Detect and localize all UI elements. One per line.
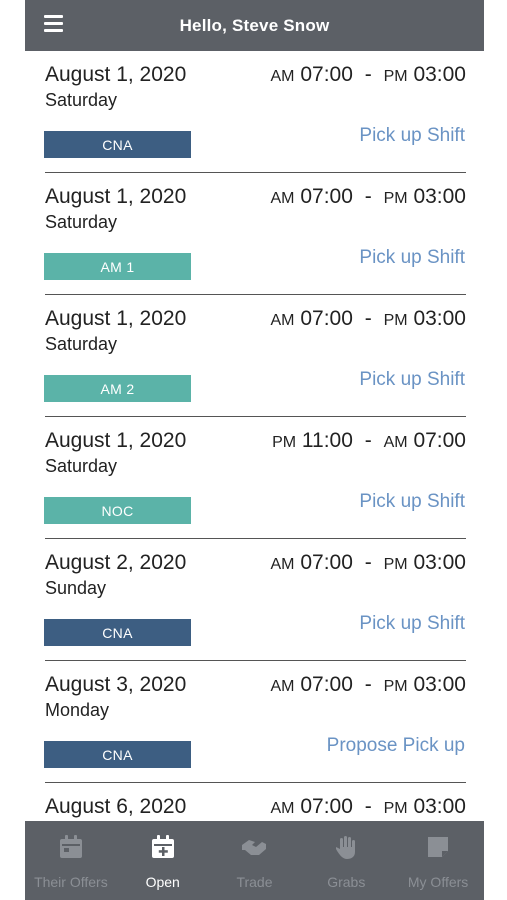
start-ampm: AM (270, 678, 295, 695)
shift-list[interactable]: August 1, 2020 Saturday AM 07:00 - PM 03… (25, 51, 484, 821)
tab-open[interactable]: Open (117, 821, 209, 900)
tab-label: Their Offers (34, 874, 108, 890)
start-time: 07:00 (300, 795, 353, 818)
shift-day: Sunday (45, 578, 107, 598)
end-time: 03:00 (413, 185, 466, 208)
time-dash: - (364, 795, 372, 818)
pick-up-shift-button[interactable]: Pick up Shift (359, 613, 465, 635)
pick-up-shift-button[interactable]: Pick up Shift (359, 369, 465, 391)
shift-date: August 1, 2020 (45, 63, 187, 86)
end-time: 03:00 (413, 551, 466, 574)
shift-role-tag: AM 2 (44, 375, 191, 402)
end-ampm: PM (383, 678, 408, 695)
shift-date: August 3, 2020 (45, 673, 187, 696)
start-time: 07:00 (300, 673, 353, 696)
shift-role-tag: AM 1 (44, 253, 191, 280)
end-ampm: PM (383, 312, 408, 329)
shift-list-item: August 3, 2020 Monday AM 07:00 - PM 03:0… (25, 661, 484, 783)
time-dash: - (364, 63, 372, 86)
end-ampm: AM (383, 434, 408, 451)
end-ampm: PM (383, 68, 408, 85)
time-dash: - (364, 429, 372, 452)
start-ampm: PM (272, 434, 297, 451)
calendar-icon (57, 833, 85, 866)
tab-label: My Offers (407, 874, 469, 890)
tab-grabs[interactable]: Grabs (300, 821, 392, 900)
shift-list-item: August 6, 2020 AM 07:00 - PM 03:00 (25, 783, 484, 821)
tab-trade[interactable]: Trade (209, 821, 301, 900)
tab-my-offers[interactable]: My Offers (392, 821, 484, 900)
tab-label: Grabs (327, 874, 366, 890)
start-time: 07:00 (300, 307, 353, 330)
shift-role-tag: CNA (44, 619, 191, 646)
shift-date: August 1, 2020 (45, 429, 187, 452)
end-time: 07:00 (413, 429, 466, 452)
end-ampm: PM (383, 800, 408, 817)
start-time: 11:00 (301, 429, 353, 452)
shift-day: Saturday (45, 334, 118, 354)
tab-label: Open (145, 874, 180, 890)
calendar-add-icon (149, 833, 177, 866)
start-ampm: AM (270, 312, 295, 329)
start-ampm: AM (270, 68, 295, 85)
start-time: 07:00 (300, 551, 353, 574)
shift-time-range: AM 07:00 - PM 03:00 (271, 185, 467, 209)
start-ampm: AM (270, 556, 295, 573)
hand-icon (332, 833, 360, 866)
end-time: 03:00 (413, 307, 466, 330)
note-icon (424, 833, 452, 866)
pick-up-shift-button[interactable]: Pick up Shift (359, 247, 465, 269)
time-dash: - (364, 307, 372, 330)
app-screen: Hello, Steve Snow August 1, 2020 Saturda… (25, 0, 484, 900)
shift-time-range: AM 07:00 - PM 03:00 (271, 673, 467, 697)
shift-list-item: August 1, 2020 Saturday AM 07:00 - PM 03… (25, 295, 484, 417)
handshake-icon (240, 833, 268, 866)
shift-list-item: August 1, 2020 Saturday PM 11:00 - AM 07… (25, 417, 484, 539)
shift-role-tag: CNA (44, 741, 191, 768)
hamburger-menu-icon[interactable] (44, 15, 63, 33)
shift-list-item: August 1, 2020 Saturday AM 07:00 - PM 03… (25, 173, 484, 295)
time-dash: - (364, 185, 372, 208)
pick-up-shift-button[interactable]: Pick up Shift (359, 125, 465, 147)
shift-time-range: AM 07:00 - PM 03:00 (271, 307, 467, 331)
shift-time-range: AM 07:00 - PM 03:00 (271, 63, 467, 87)
bottom-tab-bar: Their Offers Open Trade Grabs My Offers (25, 821, 484, 900)
pick-up-shift-button[interactable]: Propose Pick up (327, 735, 465, 757)
shift-list-item: August 1, 2020 Saturday AM 07:00 - PM 03… (25, 51, 484, 173)
shift-time-range: AM 07:00 - PM 03:00 (271, 551, 467, 575)
time-dash: - (364, 551, 372, 574)
shift-role-tag: NOC (44, 497, 191, 524)
end-time: 03:00 (413, 63, 466, 86)
tab-label: Trade (236, 874, 273, 890)
shift-time-range: PM 11:00 - AM 07:00 (272, 429, 466, 453)
end-ampm: PM (383, 190, 408, 207)
end-time: 03:00 (413, 673, 466, 696)
shift-list-item: August 2, 2020 Sunday AM 07:00 - PM 03:0… (25, 539, 484, 661)
start-ampm: AM (270, 190, 295, 207)
shift-day: Saturday (45, 90, 118, 110)
pick-up-shift-button[interactable]: Pick up Shift (359, 491, 465, 513)
start-ampm: AM (270, 800, 295, 817)
header-title: Hello, Steve Snow (179, 15, 330, 35)
time-dash: - (364, 673, 372, 696)
tab-their-offers[interactable]: Their Offers (25, 821, 117, 900)
shift-date: August 1, 2020 (45, 185, 187, 208)
shift-date: August 1, 2020 (45, 307, 187, 330)
start-time: 07:00 (300, 63, 353, 86)
end-ampm: PM (383, 556, 408, 573)
app-header: Hello, Steve Snow (25, 0, 484, 51)
shift-date: August 2, 2020 (45, 551, 187, 574)
shift-date: August 6, 2020 (45, 795, 187, 818)
end-time: 03:00 (413, 795, 466, 818)
shift-time-range: AM 07:00 - PM 03:00 (271, 795, 467, 819)
start-time: 07:00 (300, 185, 353, 208)
shift-day: Saturday (45, 456, 118, 476)
shift-role-tag: CNA (44, 131, 191, 158)
shift-day: Monday (45, 700, 110, 720)
shift-day: Saturday (45, 212, 118, 232)
